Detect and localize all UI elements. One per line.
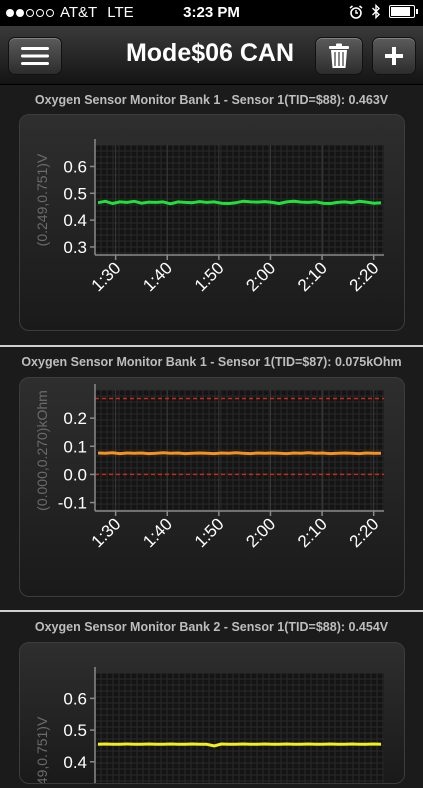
x-tick-label: 1:30 bbox=[88, 514, 125, 551]
alarm-clock-icon bbox=[349, 4, 363, 19]
x-tick-label: 1:40 bbox=[139, 514, 176, 551]
bluetooth-icon bbox=[372, 4, 380, 19]
nav-bar: Mode$06 CAN bbox=[0, 26, 423, 85]
y-tick-label: 0.4 bbox=[63, 211, 87, 230]
trash-icon bbox=[329, 43, 349, 68]
panel-title: Oxygen Sensor Monitor Bank 1 - Sensor 1(… bbox=[34, 93, 389, 107]
y-tick-label: 0.5 bbox=[63, 721, 87, 740]
chart-card: 0.2 0.1 0.0 -0.1 1:30 1:40 1:50 2:00 2:10 2:20 (0.… bbox=[19, 377, 405, 597]
y-tick-label: 0.4 bbox=[63, 753, 87, 772]
y-tick-label: 0.6 bbox=[63, 689, 87, 708]
x-tick-label: 2:20 bbox=[346, 514, 383, 551]
y-tick-label: 0.2 bbox=[63, 409, 87, 428]
sensor-panel: Oxygen Sensor Monitor Bank 1 - Sensor 1(… bbox=[0, 347, 423, 610]
y-tick-label: -0.1 bbox=[58, 494, 87, 513]
chart-svg: 0.6 0.5 0.4 0.31:30 1:40 1:50 2:00 2:10 2:20 (0.2… bbox=[34, 139, 384, 295]
add-button[interactable] bbox=[372, 37, 416, 75]
chart-card: 0.6 0.5 0.4 (0.249,0.751)V bbox=[19, 642, 405, 788]
chart-svg: 0.2 0.1 0.0 -0.11:30 1:40 1:50 2:00 2:10 2:20 (0.… bbox=[34, 384, 384, 551]
y-axis-label: (0.000,0.270)kOhm bbox=[34, 390, 50, 511]
hamburger-menu-icon bbox=[21, 47, 49, 65]
x-tick-label: 2:00 bbox=[242, 258, 279, 295]
series-line bbox=[97, 742, 382, 748]
y-axis-label: (0.249,0.751)V bbox=[34, 153, 50, 246]
series-line bbox=[97, 451, 381, 456]
x-tick-label: 1:30 bbox=[88, 258, 125, 295]
y-tick-label: 0.6 bbox=[63, 157, 87, 176]
y-tick-label: 0.1 bbox=[63, 437, 87, 456]
panel-title: Oxygen Sensor Monitor Bank 2 - Sensor 1(… bbox=[34, 620, 389, 634]
delete-button[interactable] bbox=[315, 37, 363, 75]
x-tick-label: 2:20 bbox=[346, 258, 383, 295]
x-tick-label: 2:00 bbox=[242, 514, 279, 551]
y-tick-label: 0.3 bbox=[63, 238, 87, 257]
page-title: Mode$06 CAN bbox=[125, 39, 295, 67]
battery-icon bbox=[389, 5, 418, 18]
chart-card: 0.6 0.5 0.4 0.3 1:30 1:40 1:50 2:00 2:10 2:20 (0.2… bbox=[19, 114, 405, 331]
series-line bbox=[97, 199, 382, 206]
panel-title: Oxygen Sensor Monitor Bank 1 - Sensor 1(… bbox=[21, 355, 402, 369]
x-tick-label: 1:50 bbox=[191, 514, 228, 551]
plus-icon bbox=[385, 47, 403, 65]
y-tick-label: 0.5 bbox=[63, 184, 87, 203]
x-tick-label: 2:10 bbox=[294, 514, 331, 551]
sensor-panel: Oxygen Sensor Monitor Bank 2 - Sensor 1(… bbox=[0, 612, 423, 788]
chart-svg: 0.60.50.4(0.249,0.751)V bbox=[34, 667, 384, 788]
status-bar: AT&T LTE 3:23 PM bbox=[0, 0, 423, 26]
menu-button[interactable] bbox=[8, 37, 62, 75]
x-tick-label: 1:50 bbox=[191, 258, 228, 295]
status-right bbox=[349, 4, 418, 19]
y-tick-label: 0.0 bbox=[63, 465, 87, 484]
x-tick-label: 1:40 bbox=[139, 258, 176, 295]
x-tick-label: 2:10 bbox=[294, 258, 331, 295]
sensor-panel: Oxygen Sensor Monitor Bank 1 - Sensor 1(… bbox=[0, 85, 423, 345]
